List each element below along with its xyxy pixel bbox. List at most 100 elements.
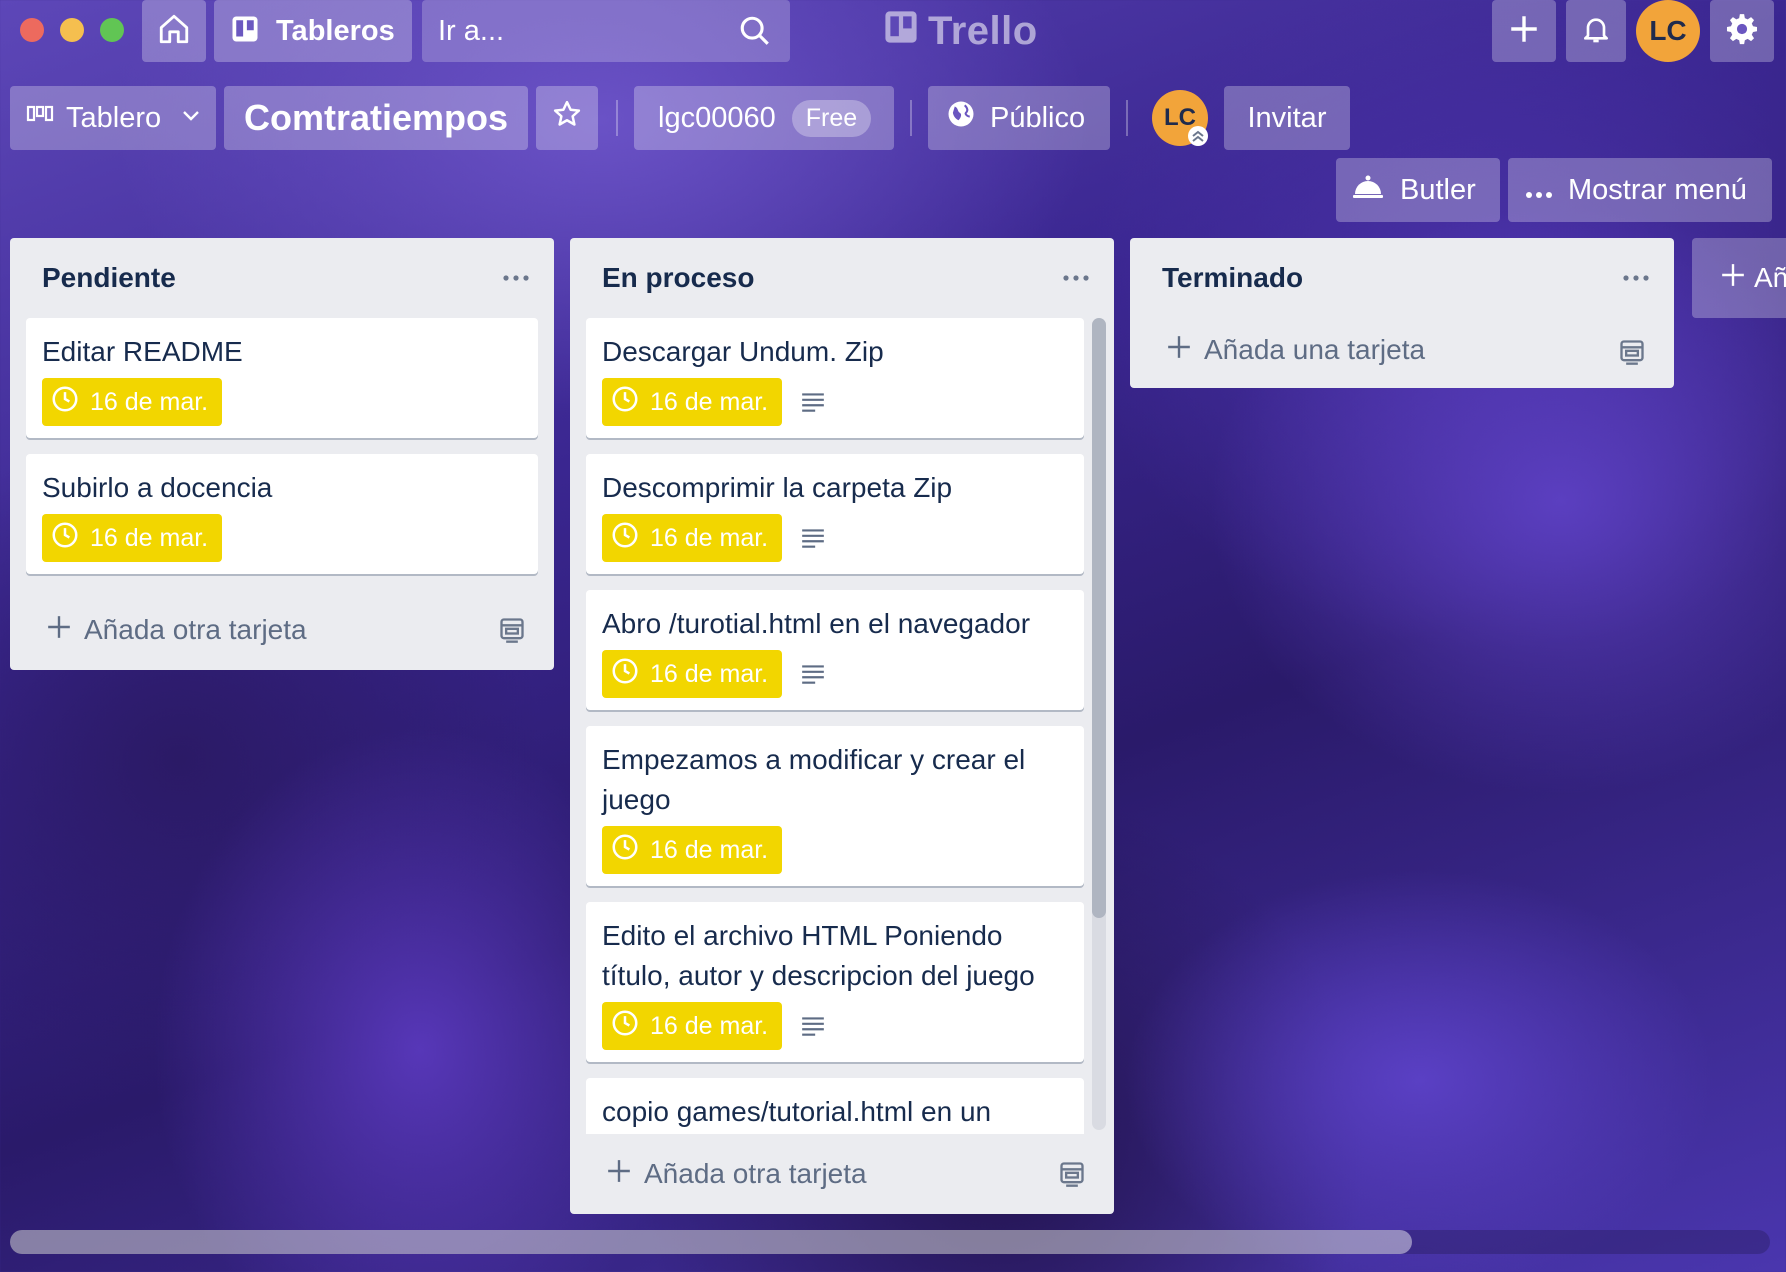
butler-label: Butler [1400,173,1476,206]
plus-icon [1507,12,1541,51]
due-date-badge[interactable]: 16 de mar. [42,378,223,426]
board-view-label: Tablero [66,101,162,134]
search-icon[interactable] [738,14,772,56]
star-board-button[interactable] [536,86,598,150]
clock-icon [610,1008,640,1045]
window-zoom-button[interactable] [100,18,124,42]
list-menu-icon[interactable] [1622,264,1650,297]
user-avatar[interactable]: LC [1636,0,1700,62]
due-date-badge[interactable]: 16 de mar. [602,1002,783,1050]
due-date-badge[interactable]: 16 de mar. [602,514,783,562]
due-date-badge[interactable]: 16 de mar. [602,650,783,698]
list-title[interactable]: Pendiente [42,262,176,294]
card-title: Subirlo a docencia [42,472,273,503]
list-title[interactable]: En proceso [602,262,754,294]
list-header[interactable]: Pendiente [10,238,554,318]
due-date-text: 16 de mar. [650,835,769,864]
card[interactable]: Abro /turotial.html en el navegador 16 d… [586,590,1084,710]
card[interactable]: Descargar Undum. Zip 16 de mar. [586,318,1084,438]
butler-icon [1352,172,1384,208]
create-button[interactable] [1492,0,1556,62]
add-card-label: Añada una tarjeta [1204,334,1426,365]
trello-logo[interactable]: Trello [884,8,1038,54]
visibility-button[interactable]: Público [928,86,1110,150]
clock-icon [610,384,640,421]
boards-button[interactable]: Tableros [214,0,412,62]
window-minimize-button[interactable] [60,18,84,42]
card-list: Descargar Undum. Zip 16 de mar. Descompr… [570,318,1114,1134]
plan-badge: Free [791,99,872,137]
description-icon [800,661,826,687]
due-date-text: 16 de mar. [90,523,209,552]
clock-icon [610,520,640,557]
card[interactable]: Descomprimir la carpeta Zip 16 de mar. [586,454,1084,574]
card[interactable]: copio games/tutorial.html en un [586,1078,1084,1134]
plus-icon [1720,262,1746,295]
plus-icon [46,614,72,647]
header-divider [910,100,912,136]
invite-button[interactable]: Invitar [1224,86,1350,150]
trello-logo-text: Trello [928,8,1038,53]
more-icon [1526,174,1552,207]
top-bar: Tableros Ir a... Trello LC [0,0,1786,62]
due-date-badge[interactable]: 16 de mar. [602,378,783,426]
card-title: Abro /turotial.html en el navegador [602,608,1031,639]
list-title[interactable]: Terminado [1162,262,1303,294]
add-list-button[interactable]: Añ [1692,238,1786,318]
butler-button[interactable]: Butler [1336,158,1500,222]
list-header[interactable]: Terminado [1130,238,1674,318]
board-horizontal-scrollbar[interactable] [10,1230,1770,1254]
card[interactable]: Edito el archivo HTML Poniendo título, a… [586,902,1084,1062]
list-menu-icon[interactable] [1062,264,1090,297]
home-button[interactable] [142,0,206,62]
add-list-label: Añ [1754,262,1786,293]
clock-icon [50,520,80,557]
boards-icon [230,14,260,49]
visibility-label: Público [990,101,1086,134]
plus-icon [606,1158,632,1191]
window-close-button[interactable] [20,18,44,42]
card[interactable]: Editar README 16 de mar. [26,318,538,438]
header-divider [1126,100,1128,136]
list-scrollbar-thumb[interactable] [1092,318,1106,918]
add-card-button[interactable]: Añada otra tarjeta [570,1134,1114,1214]
list-scrollbar[interactable] [1092,318,1106,1130]
show-menu-label: Mostrar menú [1568,173,1747,206]
board-scrollbar-thumb[interactable] [10,1230,1412,1254]
clock-icon [50,384,80,421]
card-template-icon[interactable] [1618,338,1646,373]
settings-button[interactable] [1710,0,1774,62]
notifications-button[interactable] [1566,0,1626,62]
card[interactable]: Subirlo a docencia 16 de mar. [26,454,538,574]
team-name: lgc00060 [658,101,776,134]
card-title: Descargar Undum. Zip [602,336,884,367]
board-view-switcher[interactable]: Tablero [10,86,216,150]
due-date-badge[interactable]: 16 de mar. [42,514,223,562]
due-date-text: 16 de mar. [650,659,769,688]
list-menu-icon[interactable] [502,264,530,297]
due-date-text: 16 de mar. [650,523,769,552]
search-placeholder: Ir a... [438,14,505,47]
card[interactable]: Empezamos a modificar y crear el juego 1… [586,726,1084,886]
card-template-icon[interactable] [498,616,526,651]
globe-icon [946,99,976,137]
trello-logo-icon [884,9,918,54]
board-title[interactable]: Comtratiempos [224,86,528,150]
add-card-button[interactable]: Añada otra tarjeta [10,590,554,670]
list-header[interactable]: En proceso [570,238,1114,318]
boards-label: Tableros [276,14,395,47]
due-date-badge[interactable]: 16 de mar. [602,826,783,874]
due-date-text: 16 de mar. [650,387,769,416]
admin-chevron-icon [1188,126,1208,146]
list-pendiente: Pendiente Editar README 16 de mar. Subir… [10,238,554,670]
search-input[interactable]: Ir a... [422,0,790,62]
add-card-button[interactable]: Añada una tarjeta [1130,312,1674,388]
card-template-icon[interactable] [1058,1160,1086,1195]
add-card-label: Añada otra tarjeta [644,1158,867,1189]
description-icon [800,1013,826,1039]
team-button[interactable]: lgc00060 Free [634,86,894,150]
show-menu-button[interactable]: Mostrar menú [1508,158,1772,222]
star-icon [552,99,582,137]
list-terminado: Terminado Añada una tarjeta [1130,238,1674,388]
chevron-down-icon [179,102,203,135]
